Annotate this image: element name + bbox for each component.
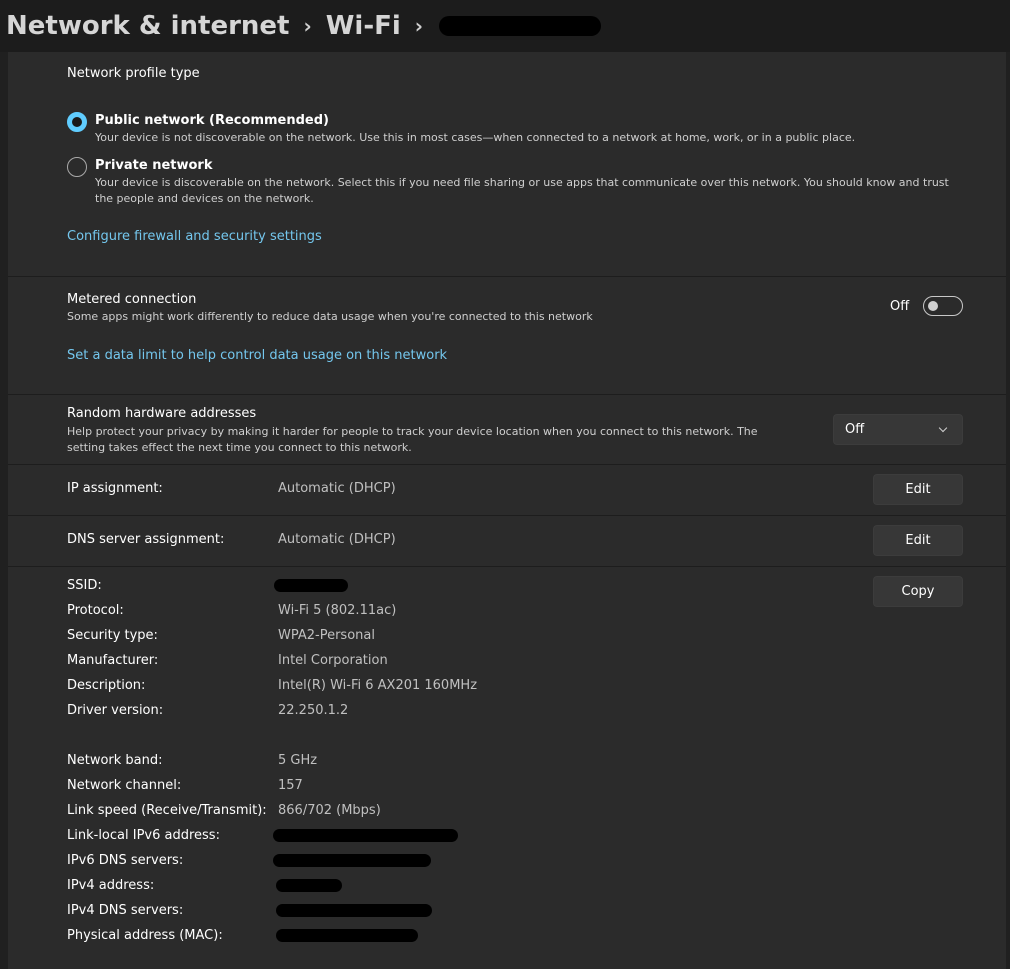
protocol-label: Protocol: (67, 603, 124, 618)
network-channel-label: Network channel: (67, 778, 182, 793)
redacted-ipv6-link-local (273, 829, 458, 842)
manufacturer-value: Intel Corporation (278, 653, 388, 668)
network-band-label: Network band: (67, 753, 163, 768)
breadcrumb-wifi[interactable]: Wi-Fi (326, 11, 401, 41)
driver-version-value: 22.250.1.2 (278, 703, 349, 718)
dns-assignment-value: Automatic (DHCP) (278, 532, 396, 547)
redacted-ipv6-dns (273, 854, 431, 867)
breadcrumb: Network & internet › Wi-Fi › (0, 0, 1010, 52)
radio-button-unchecked[interactable] (67, 157, 87, 177)
random-hw-section: Random hardware addresses Help protect y… (8, 395, 1006, 465)
redacted-ipv4-dns (276, 904, 432, 917)
security-type-label: Security type: (67, 628, 158, 643)
profile-type-section: Network profile type Public network (Rec… (8, 52, 1006, 277)
random-hw-dropdown[interactable]: Off (833, 414, 963, 445)
dns-assignment-label: DNS server assignment: (67, 532, 225, 547)
ipv6-dns-label: IPv6 DNS servers: (67, 853, 184, 868)
manufacturer-label: Manufacturer: (67, 653, 159, 668)
radio-label-private: Private network (95, 158, 213, 173)
ip-assignment-section: IP assignment: Automatic (DHCP) Edit (8, 465, 1006, 516)
metered-toggle[interactable] (923, 296, 963, 316)
firewall-settings-link[interactable]: Configure firewall and security settings (67, 229, 322, 244)
radio-public-network[interactable]: Public network (Recommended) Your device… (67, 112, 967, 150)
toggle-knob (928, 301, 938, 311)
security-type-value: WPA2-Personal (278, 628, 375, 643)
radio-label-public: Public network (Recommended) (95, 113, 329, 128)
copy-button[interactable]: Copy (873, 576, 963, 607)
chevron-right-icon: › (414, 14, 424, 38)
ipv4-dns-label: IPv4 DNS servers: (67, 903, 184, 918)
radio-private-network[interactable]: Private network Your device is discovera… (67, 157, 967, 209)
dns-assignment-section: DNS server assignment: Automatic (DHCP) … (8, 516, 1006, 567)
network-band-value: 5 GHz (278, 753, 318, 768)
settings-window: Network & internet › Wi-Fi › Network pro… (0, 0, 1010, 969)
breadcrumb-network-internet[interactable]: Network & internet (6, 11, 289, 41)
radio-button-checked[interactable] (67, 112, 87, 132)
random-hw-title: Random hardware addresses (67, 406, 257, 421)
description-value: Intel(R) Wi-Fi 6 AX201 160MHz (278, 678, 478, 693)
ipv6-link-local-label: Link-local IPv6 address: (67, 828, 220, 843)
data-limit-link[interactable]: Set a data limit to help control data us… (67, 348, 447, 363)
dropdown-value: Off (845, 422, 865, 437)
radio-desc-private: Your device is discoverable on the netwo… (95, 176, 949, 205)
network-channel-value: 157 (278, 778, 303, 793)
link-speed-label: Link speed (Receive/Transmit): (67, 803, 267, 818)
dns-edit-button[interactable]: Edit (873, 525, 963, 556)
metered-title: Metered connection (67, 292, 197, 307)
metered-connection-section: Metered connection Some apps might work … (8, 277, 1006, 395)
ip-edit-button[interactable]: Edit (873, 474, 963, 505)
radio-desc-public: Your device is not discoverable on the n… (95, 131, 856, 144)
chevron-right-icon: › (303, 14, 312, 38)
link-speed-value: 866/702 (Mbps) (278, 803, 381, 818)
content-panel: Network profile type Public network (Rec… (8, 52, 1006, 969)
random-hw-desc: Help protect your privacy by making it h… (67, 425, 758, 454)
metered-toggle-label: Off (890, 299, 910, 314)
redacted-network-name (439, 16, 602, 36)
metered-desc: Some apps might work differently to redu… (67, 310, 593, 323)
ipv4-address-label: IPv4 address: (67, 878, 155, 893)
profile-type-title: Network profile type (67, 66, 200, 81)
description-label: Description: (67, 678, 146, 693)
properties-section: Copy SSID: Protocol: Wi-Fi 5 (802.11ac) … (8, 567, 1006, 969)
ip-assignment-label: IP assignment: (67, 481, 163, 496)
protocol-value: Wi-Fi 5 (802.11ac) (278, 603, 397, 618)
ip-assignment-value: Automatic (DHCP) (278, 481, 396, 496)
chevron-down-icon (938, 423, 948, 433)
ssid-label: SSID: (67, 578, 102, 593)
redacted-mac-address (276, 929, 418, 942)
driver-version-label: Driver version: (67, 703, 164, 718)
redacted-ssid (274, 579, 348, 592)
mac-address-label: Physical address (MAC): (67, 928, 223, 943)
redacted-ipv4-address (276, 879, 342, 892)
